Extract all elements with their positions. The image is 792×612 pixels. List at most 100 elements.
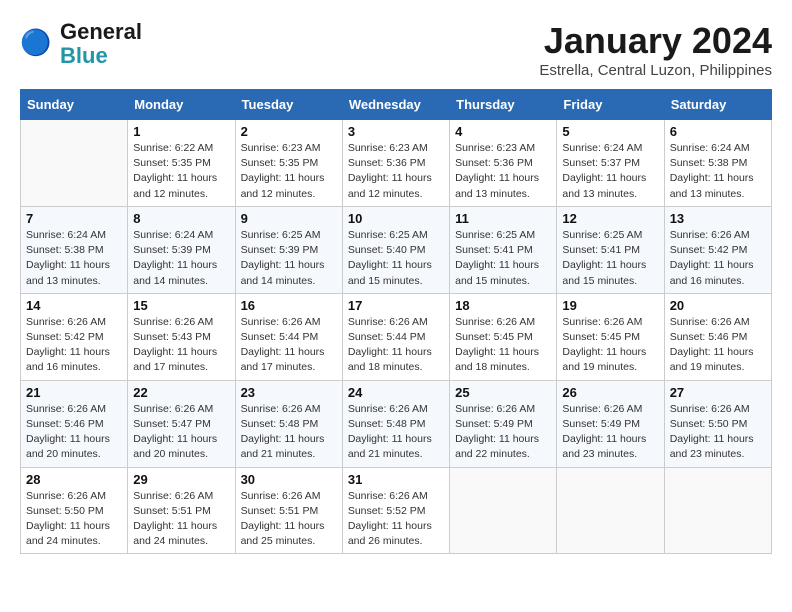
- calendar-cell: 17 Sunrise: 6:26 AMSunset: 5:44 PMDayligh…: [342, 293, 449, 380]
- day-number: 4: [455, 124, 551, 139]
- calendar-cell: 18Sunrise: 6:26 AMSunset: 5:45 PMDayligh…: [450, 293, 557, 380]
- day-detail: Sunrise: 6:26 AMSunset: 5:52 PMDaylight:…: [348, 489, 444, 550]
- calendar-cell: 31Sunrise: 6:26 AMSunset: 5:52 PMDayligh…: [342, 467, 449, 554]
- calendar-cell: 24 Sunrise: 6:26 AMSunset: 5:48 PMDayligh…: [342, 380, 449, 467]
- calendar-cell: 3 Sunrise: 6:23 AMSunset: 5:36 PMDaylight…: [342, 120, 449, 207]
- day-detail: Sunrise: 6:26 AMSunset: 5:42 PMDaylight:…: [670, 228, 766, 289]
- calendar-cell: 19 Sunrise: 6:26 AMSunset: 5:45 PMDayligh…: [557, 293, 664, 380]
- header-sunday: Sunday: [21, 90, 128, 120]
- month-title: January 2024: [539, 20, 772, 62]
- day-number: 30: [241, 472, 337, 487]
- day-detail: Sunrise: 6:25 AMSunset: 5:40 PMDaylight:…: [348, 228, 444, 289]
- calendar-cell: 10 Sunrise: 6:25 AMSunset: 5:40 PMDayligh…: [342, 206, 449, 293]
- calendar-cell: 7 Sunrise: 6:24 AMSunset: 5:38 PMDaylight…: [21, 206, 128, 293]
- calendar-cell: 2 Sunrise: 6:23 AMSunset: 5:35 PMDaylight…: [235, 120, 342, 207]
- day-number: 20: [670, 298, 766, 313]
- calendar-cell: 15 Sunrise: 6:26 AMSunset: 5:43 PMDayligh…: [128, 293, 235, 380]
- calendar-cell: 22 Sunrise: 6:26 AMSunset: 5:47 PMDayligh…: [128, 380, 235, 467]
- calendar-header-row: SundayMondayTuesdayWednesdayThursdayFrid…: [21, 90, 772, 120]
- calendar-cell: 28Sunrise: 6:26 AMSunset: 5:50 PMDayligh…: [21, 467, 128, 554]
- calendar-cell: 16 Sunrise: 6:26 AMSunset: 5:44 PMDayligh…: [235, 293, 342, 380]
- page-header: 🔵 GeneralBlue January 2024 Estrella, Cen…: [20, 20, 772, 79]
- calendar-week-row: 7 Sunrise: 6:24 AMSunset: 5:38 PMDaylight…: [21, 206, 772, 293]
- day-number: 29: [133, 472, 229, 487]
- header-thursday: Thursday: [450, 90, 557, 120]
- svg-text:🔵: 🔵: [20, 28, 51, 57]
- calendar-cell: [450, 467, 557, 554]
- day-number: 27: [670, 385, 766, 400]
- day-detail: Sunrise: 6:22 AMSunset: 5:35 PMDaylight:…: [133, 141, 229, 202]
- day-detail: Sunrise: 6:26 AMSunset: 5:49 PMDaylight:…: [455, 402, 551, 463]
- calendar-cell: 12 Sunrise: 6:25 AMSunset: 5:41 PMDayligh…: [557, 206, 664, 293]
- day-number: 24: [348, 385, 444, 400]
- day-detail: Sunrise: 6:23 AMSunset: 5:36 PMDaylight:…: [455, 141, 551, 202]
- day-number: 13: [670, 211, 766, 226]
- logo-bird-icon: 🔵: [20, 26, 56, 62]
- day-detail: Sunrise: 6:26 AMSunset: 5:48 PMDaylight:…: [241, 402, 337, 463]
- day-number: 17: [348, 298, 444, 313]
- calendar-cell: 11 Sunrise: 6:25 AMSunset: 5:41 PMDayligh…: [450, 206, 557, 293]
- day-detail: Sunrise: 6:23 AMSunset: 5:36 PMDaylight:…: [348, 141, 444, 202]
- calendar-cell: [664, 467, 771, 554]
- day-detail: Sunrise: 6:26 AMSunset: 5:47 PMDaylight:…: [133, 402, 229, 463]
- calendar-week-row: 1 Sunrise: 6:22 AMSunset: 5:35 PMDaylight…: [21, 120, 772, 207]
- day-detail: Sunrise: 6:26 AMSunset: 5:51 PMDaylight:…: [133, 489, 229, 550]
- calendar-cell: 14 Sunrise: 6:26 AMSunset: 5:42 PMDayligh…: [21, 293, 128, 380]
- calendar-cell: 21Sunrise: 6:26 AMSunset: 5:46 PMDayligh…: [21, 380, 128, 467]
- day-detail: Sunrise: 6:26 AMSunset: 5:44 PMDaylight:…: [241, 315, 337, 376]
- day-number: 25: [455, 385, 551, 400]
- day-number: 12: [562, 211, 658, 226]
- day-number: 28: [26, 472, 122, 487]
- day-number: 2: [241, 124, 337, 139]
- day-detail: Sunrise: 6:26 AMSunset: 5:44 PMDaylight:…: [348, 315, 444, 376]
- day-number: 15: [133, 298, 229, 313]
- calendar-cell: [21, 120, 128, 207]
- day-detail: Sunrise: 6:26 AMSunset: 5:42 PMDaylight:…: [26, 315, 122, 376]
- day-number: 14: [26, 298, 122, 313]
- day-number: 22: [133, 385, 229, 400]
- day-detail: Sunrise: 6:23 AMSunset: 5:35 PMDaylight:…: [241, 141, 337, 202]
- day-number: 3: [348, 124, 444, 139]
- header-tuesday: Tuesday: [235, 90, 342, 120]
- logo-text: GeneralBlue: [60, 20, 142, 68]
- day-number: 11: [455, 211, 551, 226]
- calendar-cell: 4 Sunrise: 6:23 AMSunset: 5:36 PMDaylight…: [450, 120, 557, 207]
- calendar-cell: 9 Sunrise: 6:25 AMSunset: 5:39 PMDaylight…: [235, 206, 342, 293]
- title-area: January 2024 Estrella, Central Luzon, Ph…: [539, 20, 772, 79]
- logo: 🔵 GeneralBlue: [20, 20, 142, 68]
- day-detail: Sunrise: 6:24 AMSunset: 5:38 PMDaylight:…: [670, 141, 766, 202]
- calendar-cell: 27 Sunrise: 6:26 AMSunset: 5:50 PMDayligh…: [664, 380, 771, 467]
- calendar-table: SundayMondayTuesdayWednesdayThursdayFrid…: [20, 89, 772, 554]
- day-number: 10: [348, 211, 444, 226]
- day-detail: Sunrise: 6:26 AMSunset: 5:43 PMDaylight:…: [133, 315, 229, 376]
- header-saturday: Saturday: [664, 90, 771, 120]
- header-monday: Monday: [128, 90, 235, 120]
- day-number: 7: [26, 211, 122, 226]
- day-detail: Sunrise: 6:26 AMSunset: 5:50 PMDaylight:…: [670, 402, 766, 463]
- day-number: 16: [241, 298, 337, 313]
- day-number: 9: [241, 211, 337, 226]
- day-number: 1: [133, 124, 229, 139]
- location-subtitle: Estrella, Central Luzon, Philippines: [539, 62, 772, 79]
- day-detail: Sunrise: 6:26 AMSunset: 5:45 PMDaylight:…: [562, 315, 658, 376]
- day-detail: Sunrise: 6:25 AMSunset: 5:39 PMDaylight:…: [241, 228, 337, 289]
- day-number: 8: [133, 211, 229, 226]
- calendar-cell: 5Sunrise: 6:24 AMSunset: 5:37 PMDaylight…: [557, 120, 664, 207]
- calendar-cell: 8 Sunrise: 6:24 AMSunset: 5:39 PMDaylight…: [128, 206, 235, 293]
- calendar-cell: [557, 467, 664, 554]
- day-number: 19: [562, 298, 658, 313]
- day-detail: Sunrise: 6:25 AMSunset: 5:41 PMDaylight:…: [455, 228, 551, 289]
- calendar-week-row: 21Sunrise: 6:26 AMSunset: 5:46 PMDayligh…: [21, 380, 772, 467]
- day-number: 6: [670, 124, 766, 139]
- calendar-cell: 13 Sunrise: 6:26 AMSunset: 5:42 PMDayligh…: [664, 206, 771, 293]
- calendar-cell: 20Sunrise: 6:26 AMSunset: 5:46 PMDayligh…: [664, 293, 771, 380]
- day-detail: Sunrise: 6:25 AMSunset: 5:41 PMDaylight:…: [562, 228, 658, 289]
- day-detail: Sunrise: 6:24 AMSunset: 5:39 PMDaylight:…: [133, 228, 229, 289]
- header-friday: Friday: [557, 90, 664, 120]
- calendar-week-row: 28Sunrise: 6:26 AMSunset: 5:50 PMDayligh…: [21, 467, 772, 554]
- day-detail: Sunrise: 6:26 AMSunset: 5:48 PMDaylight:…: [348, 402, 444, 463]
- day-detail: Sunrise: 6:24 AMSunset: 5:37 PMDaylight:…: [562, 141, 658, 202]
- day-detail: Sunrise: 6:24 AMSunset: 5:38 PMDaylight:…: [26, 228, 122, 289]
- day-detail: Sunrise: 6:26 AMSunset: 5:46 PMDaylight:…: [26, 402, 122, 463]
- day-detail: Sunrise: 6:26 AMSunset: 5:49 PMDaylight:…: [562, 402, 658, 463]
